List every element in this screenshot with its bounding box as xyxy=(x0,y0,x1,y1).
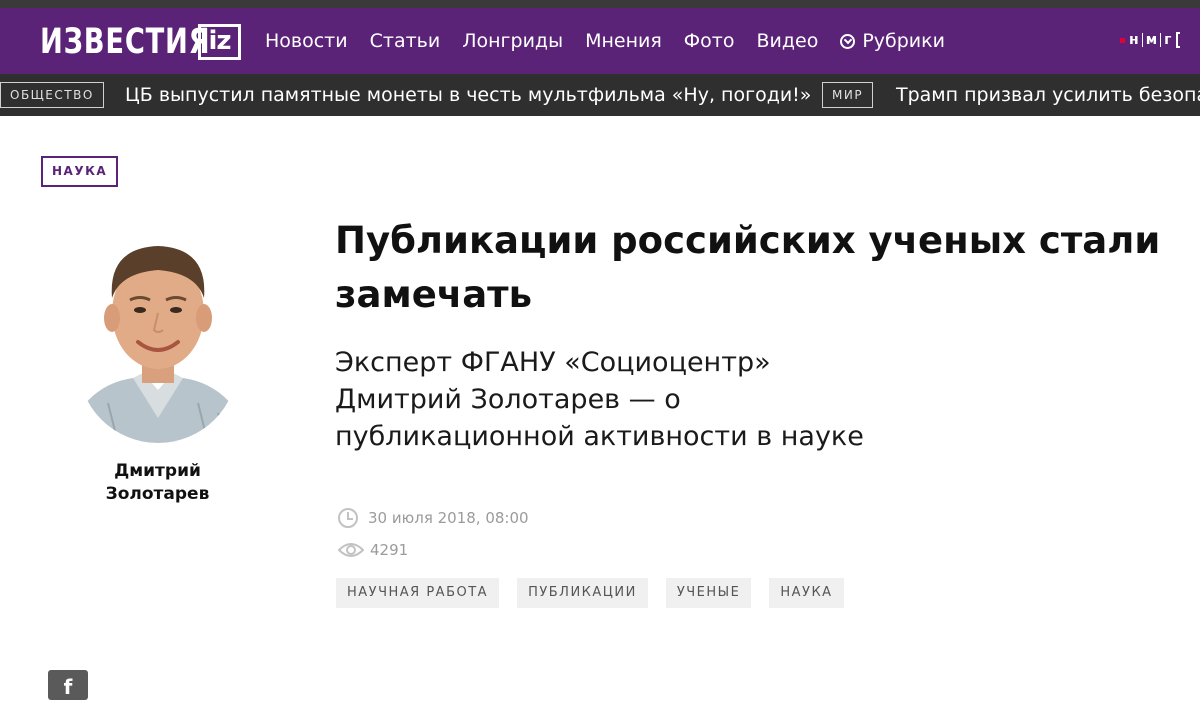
nav-item-video[interactable]: Видео xyxy=(756,30,818,52)
article-date: 30 июля 2018, 08:00 xyxy=(338,508,529,528)
network-separator xyxy=(1141,33,1143,47)
logo-text: ИЗВЕСТИЯ xyxy=(40,22,211,62)
ticker-tag-world[interactable]: МИР xyxy=(822,82,874,108)
tag-science[interactable]: НАУКА xyxy=(769,578,844,608)
network-logo-g: г xyxy=(1164,32,1172,48)
article-date-text: 30 июля 2018, 08:00 xyxy=(368,509,529,527)
logo-iz-badge: iz xyxy=(198,24,241,60)
site-logo[interactable]: ИЗВЕСТИЯ iz xyxy=(40,20,259,64)
article-title: Публикации российских ученых стали замеч… xyxy=(335,219,1161,316)
nav-item-articles[interactable]: Статьи xyxy=(370,30,441,52)
network-separator xyxy=(1160,33,1162,47)
tag-scientific-work[interactable]: НАУЧНАЯ РАБОТА xyxy=(336,578,500,608)
nav-item-rubriki[interactable]: Рубрики xyxy=(840,30,945,52)
article-subtitle: Эксперт ФГАНУ «Социоцентр» Дмитрий Золот… xyxy=(335,347,864,452)
network-logo-m: м xyxy=(1145,32,1158,48)
nav-rubriki-label: Рубрики xyxy=(862,30,945,52)
clock-icon xyxy=(338,508,358,528)
nav-item-photo[interactable]: Фото xyxy=(684,30,735,52)
tag-scientists[interactable]: УЧЕНЫЕ xyxy=(665,578,752,608)
nav-item-opinions[interactable]: Мнения xyxy=(585,30,662,52)
ticker-headline[interactable]: ЦБ выпустил памятные монеты в честь муль… xyxy=(125,81,811,109)
article-views: 4291 xyxy=(338,541,408,559)
red-dot-icon xyxy=(1120,37,1125,43)
section-tag[interactable]: НАУКА xyxy=(41,156,119,187)
chevron-down-icon xyxy=(840,33,856,49)
ticker-headline[interactable]: Трамп призвал усилить безопа xyxy=(896,81,1200,109)
top-strip xyxy=(0,0,1200,8)
network-logo-n: н xyxy=(1129,32,1139,48)
article-views-count: 4291 xyxy=(370,541,409,559)
author-avatar xyxy=(78,218,238,443)
author-name[interactable]: Дмитрий Золотарев xyxy=(80,460,235,506)
nav-item-longreads[interactable]: Лонгриды xyxy=(462,30,563,52)
tag-publications[interactable]: ПУБЛИКАЦИИ xyxy=(517,578,648,608)
facebook-share-button[interactable]: f xyxy=(48,670,88,700)
network-logo[interactable]: н м г xyxy=(1120,28,1181,52)
bracket-icon xyxy=(1176,32,1181,48)
news-ticker: ОБЩЕСТВО ЦБ выпустил памятные монеты в ч… xyxy=(0,74,1200,116)
ticker-tag-society[interactable]: ОБЩЕСТВО xyxy=(0,82,104,108)
site-header: ИЗВЕСТИЯ iz Новости Статьи Лонгриды Мнен… xyxy=(0,8,1200,74)
article-tags: НАУЧНАЯ РАБОТА ПУБЛИКАЦИИ УЧЕНЫЕ НАУКА xyxy=(336,578,862,608)
nav-item-news[interactable]: Новости xyxy=(265,30,348,52)
eye-icon xyxy=(338,543,364,557)
main-nav: Новости Статьи Лонгриды Мнения Фото Виде… xyxy=(265,8,967,74)
